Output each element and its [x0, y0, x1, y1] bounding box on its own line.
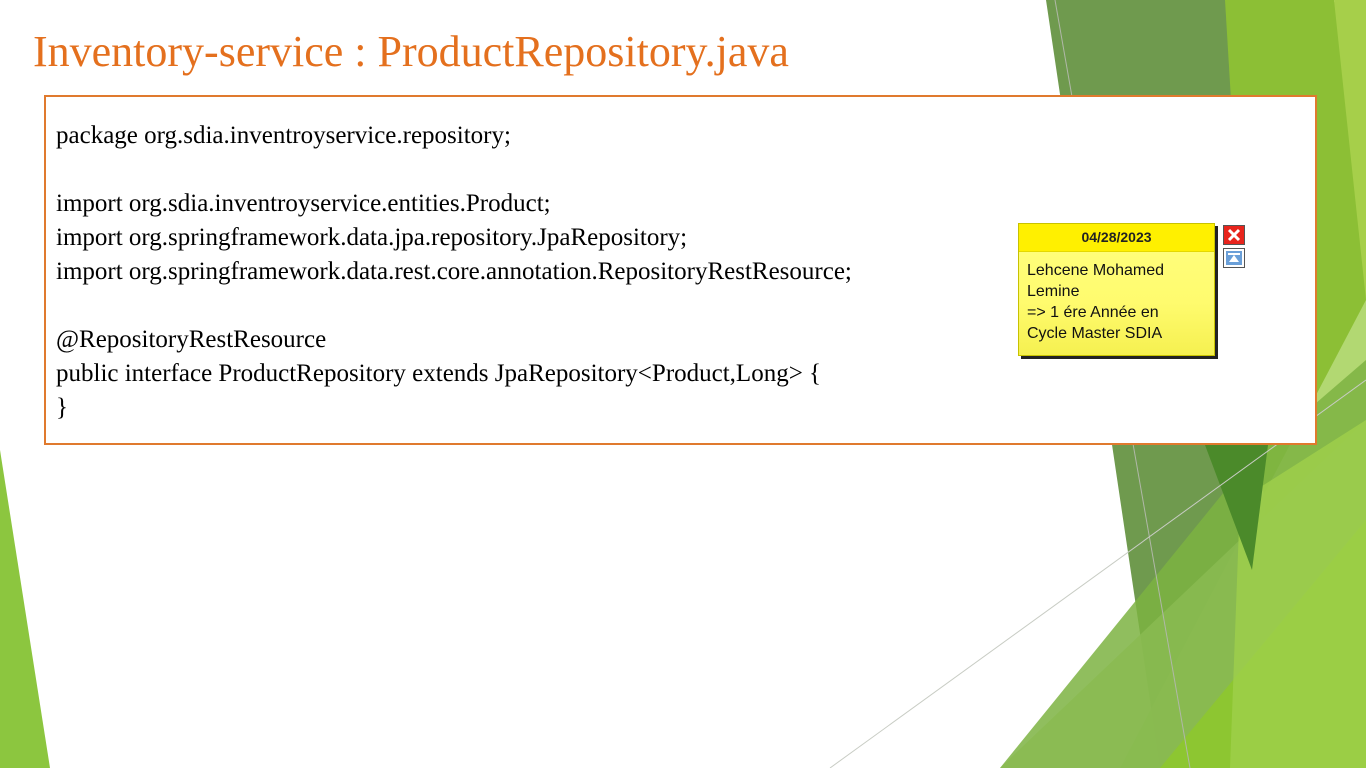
code-line-import-product: import org.sdia.inventroyservice.entitie…: [56, 190, 551, 217]
sticky-note-line: => 1 ére Année en: [1027, 304, 1159, 321]
sticky-minimize-button[interactable]: [1223, 248, 1245, 268]
code-line-interface-declaration: public interface ProductRepository exten…: [56, 360, 822, 387]
code-line-closing-brace: }: [56, 394, 68, 421]
sticky-close-button[interactable]: [1223, 225, 1245, 245]
sticky-note-line: Lehcene Mohamed: [1027, 262, 1164, 279]
sticky-note-body: Lehcene Mohamed Lemine => 1 ére Année en…: [1019, 252, 1214, 344]
bg-shape-left-green: [0, 450, 50, 768]
sticky-note-line: Lemine: [1027, 283, 1080, 300]
code-line-annotation: @RepositoryRestResource: [56, 326, 327, 353]
close-icon: [1227, 228, 1241, 242]
slide-title: Inventory-service : ProductRepository.ja…: [33, 27, 789, 76]
code-line-import-jparepository: import org.springframework.data.jpa.repo…: [56, 224, 688, 251]
sticky-note-line: Cycle Master SDIA: [1027, 325, 1163, 342]
code-line-package: package org.sdia.inventroyservice.reposi…: [56, 122, 511, 149]
sticky-note[interactable]: 04/28/2023 Lehcene Mohamed Lemine => 1 é…: [1018, 223, 1215, 356]
sticky-note-date: 04/28/2023: [1019, 224, 1214, 252]
code-line-import-restresource: import org.springframework.data.rest.cor…: [56, 258, 852, 285]
slide: Inventory-service : ProductRepository.ja…: [0, 0, 1366, 768]
collapse-icon: [1226, 251, 1242, 265]
